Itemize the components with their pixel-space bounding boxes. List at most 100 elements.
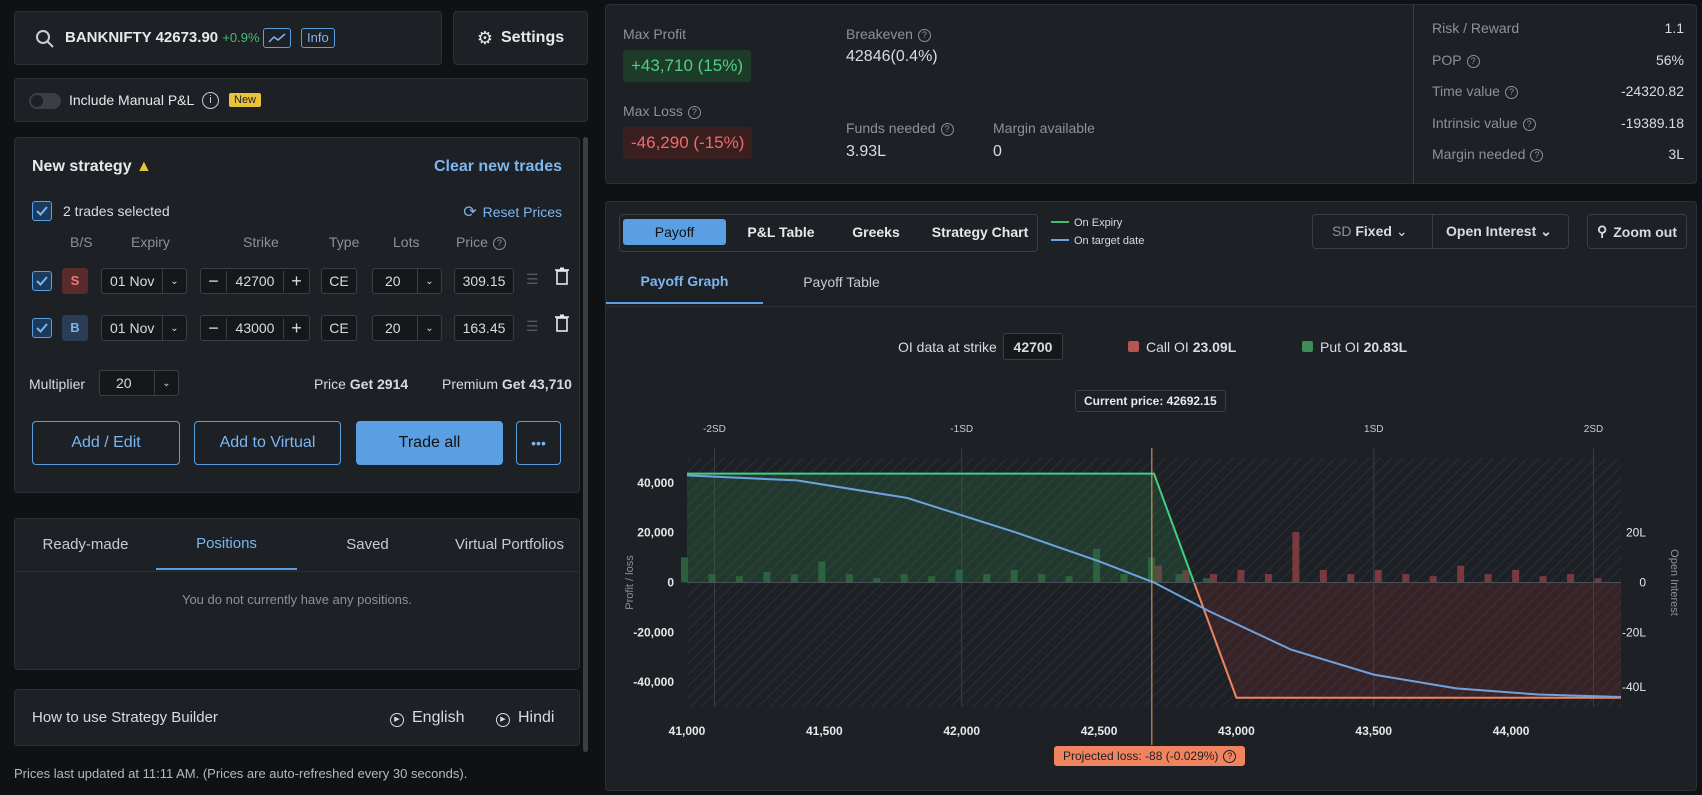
strike-value[interactable]: 42700 bbox=[236, 273, 275, 289]
scrollbar[interactable] bbox=[583, 137, 588, 752]
sd-label: -1SD bbox=[950, 424, 973, 435]
legend-target: On target date bbox=[1051, 235, 1144, 247]
sd-selector[interactable]: SD Fixed ⌄ bbox=[1332, 223, 1408, 240]
search-bar[interactable]: BANKNIFTY 42673.90 +0.9% Info bbox=[14, 11, 442, 65]
sell-badge[interactable]: S bbox=[62, 268, 88, 294]
x-tick-label: 42,000 bbox=[943, 724, 980, 738]
tab-strategy-chart[interactable]: Strategy Chart bbox=[926, 219, 1034, 245]
drag-handle-icon[interactable]: ☰ bbox=[526, 318, 539, 335]
select-all-checkbox[interactable] bbox=[32, 201, 52, 221]
symbol-change: +0.9% bbox=[222, 30, 260, 45]
play-icon: ▶ bbox=[496, 713, 510, 727]
oi-selector[interactable]: Open Interest ⌄ bbox=[1446, 223, 1552, 240]
plus-icon[interactable]: + bbox=[283, 317, 309, 339]
settings-button[interactable]: ⚙ Settings bbox=[453, 11, 588, 65]
minus-icon[interactable]: − bbox=[201, 270, 227, 292]
y-tick-label: 0 bbox=[667, 576, 674, 590]
call-oi-bar bbox=[1237, 569, 1245, 583]
legend-expiry: On Expiry bbox=[1051, 217, 1122, 229]
gear-icon: ⚙ bbox=[476, 27, 493, 48]
strike-stepper[interactable]: − 43000 + bbox=[200, 315, 310, 341]
tab-ready-made[interactable]: Ready-made bbox=[15, 519, 156, 570]
chevron-down-icon: ⌄ bbox=[417, 316, 441, 340]
trades-selected-label: 2 trades selected bbox=[63, 203, 170, 219]
y2-tick-label: 20L bbox=[1626, 526, 1646, 540]
call-oi-bar bbox=[1457, 565, 1465, 583]
trade-checkbox[interactable] bbox=[32, 318, 52, 338]
chart-icon[interactable] bbox=[263, 28, 291, 48]
type-toggle[interactable]: CE bbox=[321, 268, 357, 294]
add-to-virtual-button[interactable]: Add to Virtual bbox=[194, 421, 341, 465]
col-strike: Strike bbox=[243, 234, 279, 250]
new-badge: New bbox=[229, 93, 262, 107]
stat-time-value: Time value? -24320.82 bbox=[1432, 83, 1684, 99]
expiry-select[interactable]: 01 Nov ⌄ bbox=[101, 315, 187, 341]
call-oi-bar bbox=[1484, 574, 1492, 583]
col-expiry: Expiry bbox=[131, 234, 170, 250]
call-oi-bar bbox=[1402, 574, 1410, 583]
tab-payoff-graph[interactable]: Payoff Graph bbox=[606, 260, 763, 304]
divider bbox=[606, 306, 1696, 307]
tab-virtual-portfolios[interactable]: Virtual Portfolios bbox=[438, 519, 581, 570]
funds-needed-label: Funds needed? bbox=[846, 120, 954, 136]
max-profit-value: +43,710 (15%) bbox=[623, 50, 751, 82]
price-input[interactable]: 309.15 bbox=[454, 268, 514, 294]
oi-strike-input[interactable]: 42700 bbox=[1003, 333, 1063, 360]
manual-pl-toggle[interactable] bbox=[29, 93, 61, 109]
call-oi-bar bbox=[1374, 569, 1382, 583]
tab-pl-table[interactable]: P&L Table bbox=[736, 219, 826, 245]
y2-axis-title: Open Interest bbox=[1668, 549, 1680, 616]
col-type: Type bbox=[329, 234, 360, 250]
premium-summary: Premium Get 43,710 bbox=[442, 376, 572, 392]
type-toggle[interactable]: CE bbox=[321, 315, 357, 341]
price-input[interactable]: 163.45 bbox=[454, 315, 514, 341]
breakeven-value: 42846(0.4%) bbox=[846, 48, 938, 65]
tab-payoff[interactable]: Payoff bbox=[623, 219, 726, 245]
howto-title: How to use Strategy Builder bbox=[32, 709, 218, 726]
drag-handle-icon[interactable]: ☰ bbox=[526, 271, 539, 288]
sd-label: -2SD bbox=[703, 424, 726, 435]
multiplier-label: Multiplier bbox=[29, 376, 86, 392]
plus-icon[interactable]: + bbox=[283, 270, 309, 292]
multiplier-select[interactable]: 20 ⌄ bbox=[99, 370, 179, 396]
zoom-out-button[interactable]: ⚲ Zoom out bbox=[1587, 214, 1687, 249]
hindi-video-link[interactable]: ▶ Hindi bbox=[496, 709, 554, 727]
strike-stepper[interactable]: − 42700 + bbox=[200, 268, 310, 294]
tab-positions[interactable]: Positions bbox=[156, 519, 297, 570]
call-oi-swatch bbox=[1128, 341, 1139, 352]
payoff-chart[interactable]: -2SD -1SD 1SD 2SD 40,000 20,000 0 -20,000 -40,00… bbox=[606, 372, 1698, 792]
info-circle-icon[interactable]: i bbox=[202, 92, 219, 109]
trash-icon[interactable] bbox=[555, 314, 569, 335]
divider bbox=[1413, 5, 1414, 183]
expiry-select[interactable]: 01 Nov ⌄ bbox=[101, 268, 187, 294]
chart-panel: Payoff P&L Table Greeks Strategy Chart O… bbox=[605, 201, 1697, 791]
profit-area bbox=[687, 473, 1195, 583]
stat-margin-needed: Margin needed? 3L bbox=[1432, 146, 1684, 162]
tab-saved[interactable]: Saved bbox=[297, 519, 438, 570]
add-edit-button[interactable]: Add / Edit bbox=[32, 421, 180, 465]
margin-available-value: 0 bbox=[993, 143, 1002, 160]
lots-select[interactable]: 20 ⌄ bbox=[372, 315, 442, 341]
english-video-link[interactable]: ▶ English bbox=[390, 709, 464, 727]
settings-label: Settings bbox=[501, 29, 565, 46]
more-options-button[interactable]: ••• bbox=[516, 421, 561, 465]
strike-value[interactable]: 43000 bbox=[236, 320, 275, 336]
stat-pop: POP? 56% bbox=[1432, 52, 1684, 68]
tab-payoff-table[interactable]: Payoff Table bbox=[763, 260, 920, 304]
stat-risk-reward: Risk / Reward 1.1 bbox=[1432, 20, 1684, 36]
trade-all-button[interactable]: Trade all bbox=[356, 421, 503, 465]
reset-prices-link[interactable]: ⟳ Reset Prices bbox=[463, 202, 562, 222]
call-oi-info: Call OI 23.09L bbox=[1128, 339, 1236, 355]
trash-icon[interactable] bbox=[555, 267, 569, 288]
put-oi-info: Put OI 20.83L bbox=[1302, 339, 1407, 355]
tab-greeks[interactable]: Greeks bbox=[836, 219, 916, 245]
minus-icon[interactable]: − bbox=[201, 317, 227, 339]
y-tick-label: 20,000 bbox=[637, 526, 674, 540]
info-button[interactable]: Info bbox=[301, 28, 335, 48]
clear-trades-link[interactable]: Clear new trades bbox=[434, 158, 562, 176]
price-summary: Price Get 2914 bbox=[314, 376, 409, 392]
x-tick-label: 41,500 bbox=[806, 724, 843, 738]
buy-badge[interactable]: B bbox=[62, 315, 88, 341]
lots-select[interactable]: 20 ⌄ bbox=[372, 268, 442, 294]
trade-checkbox[interactable] bbox=[32, 271, 52, 291]
